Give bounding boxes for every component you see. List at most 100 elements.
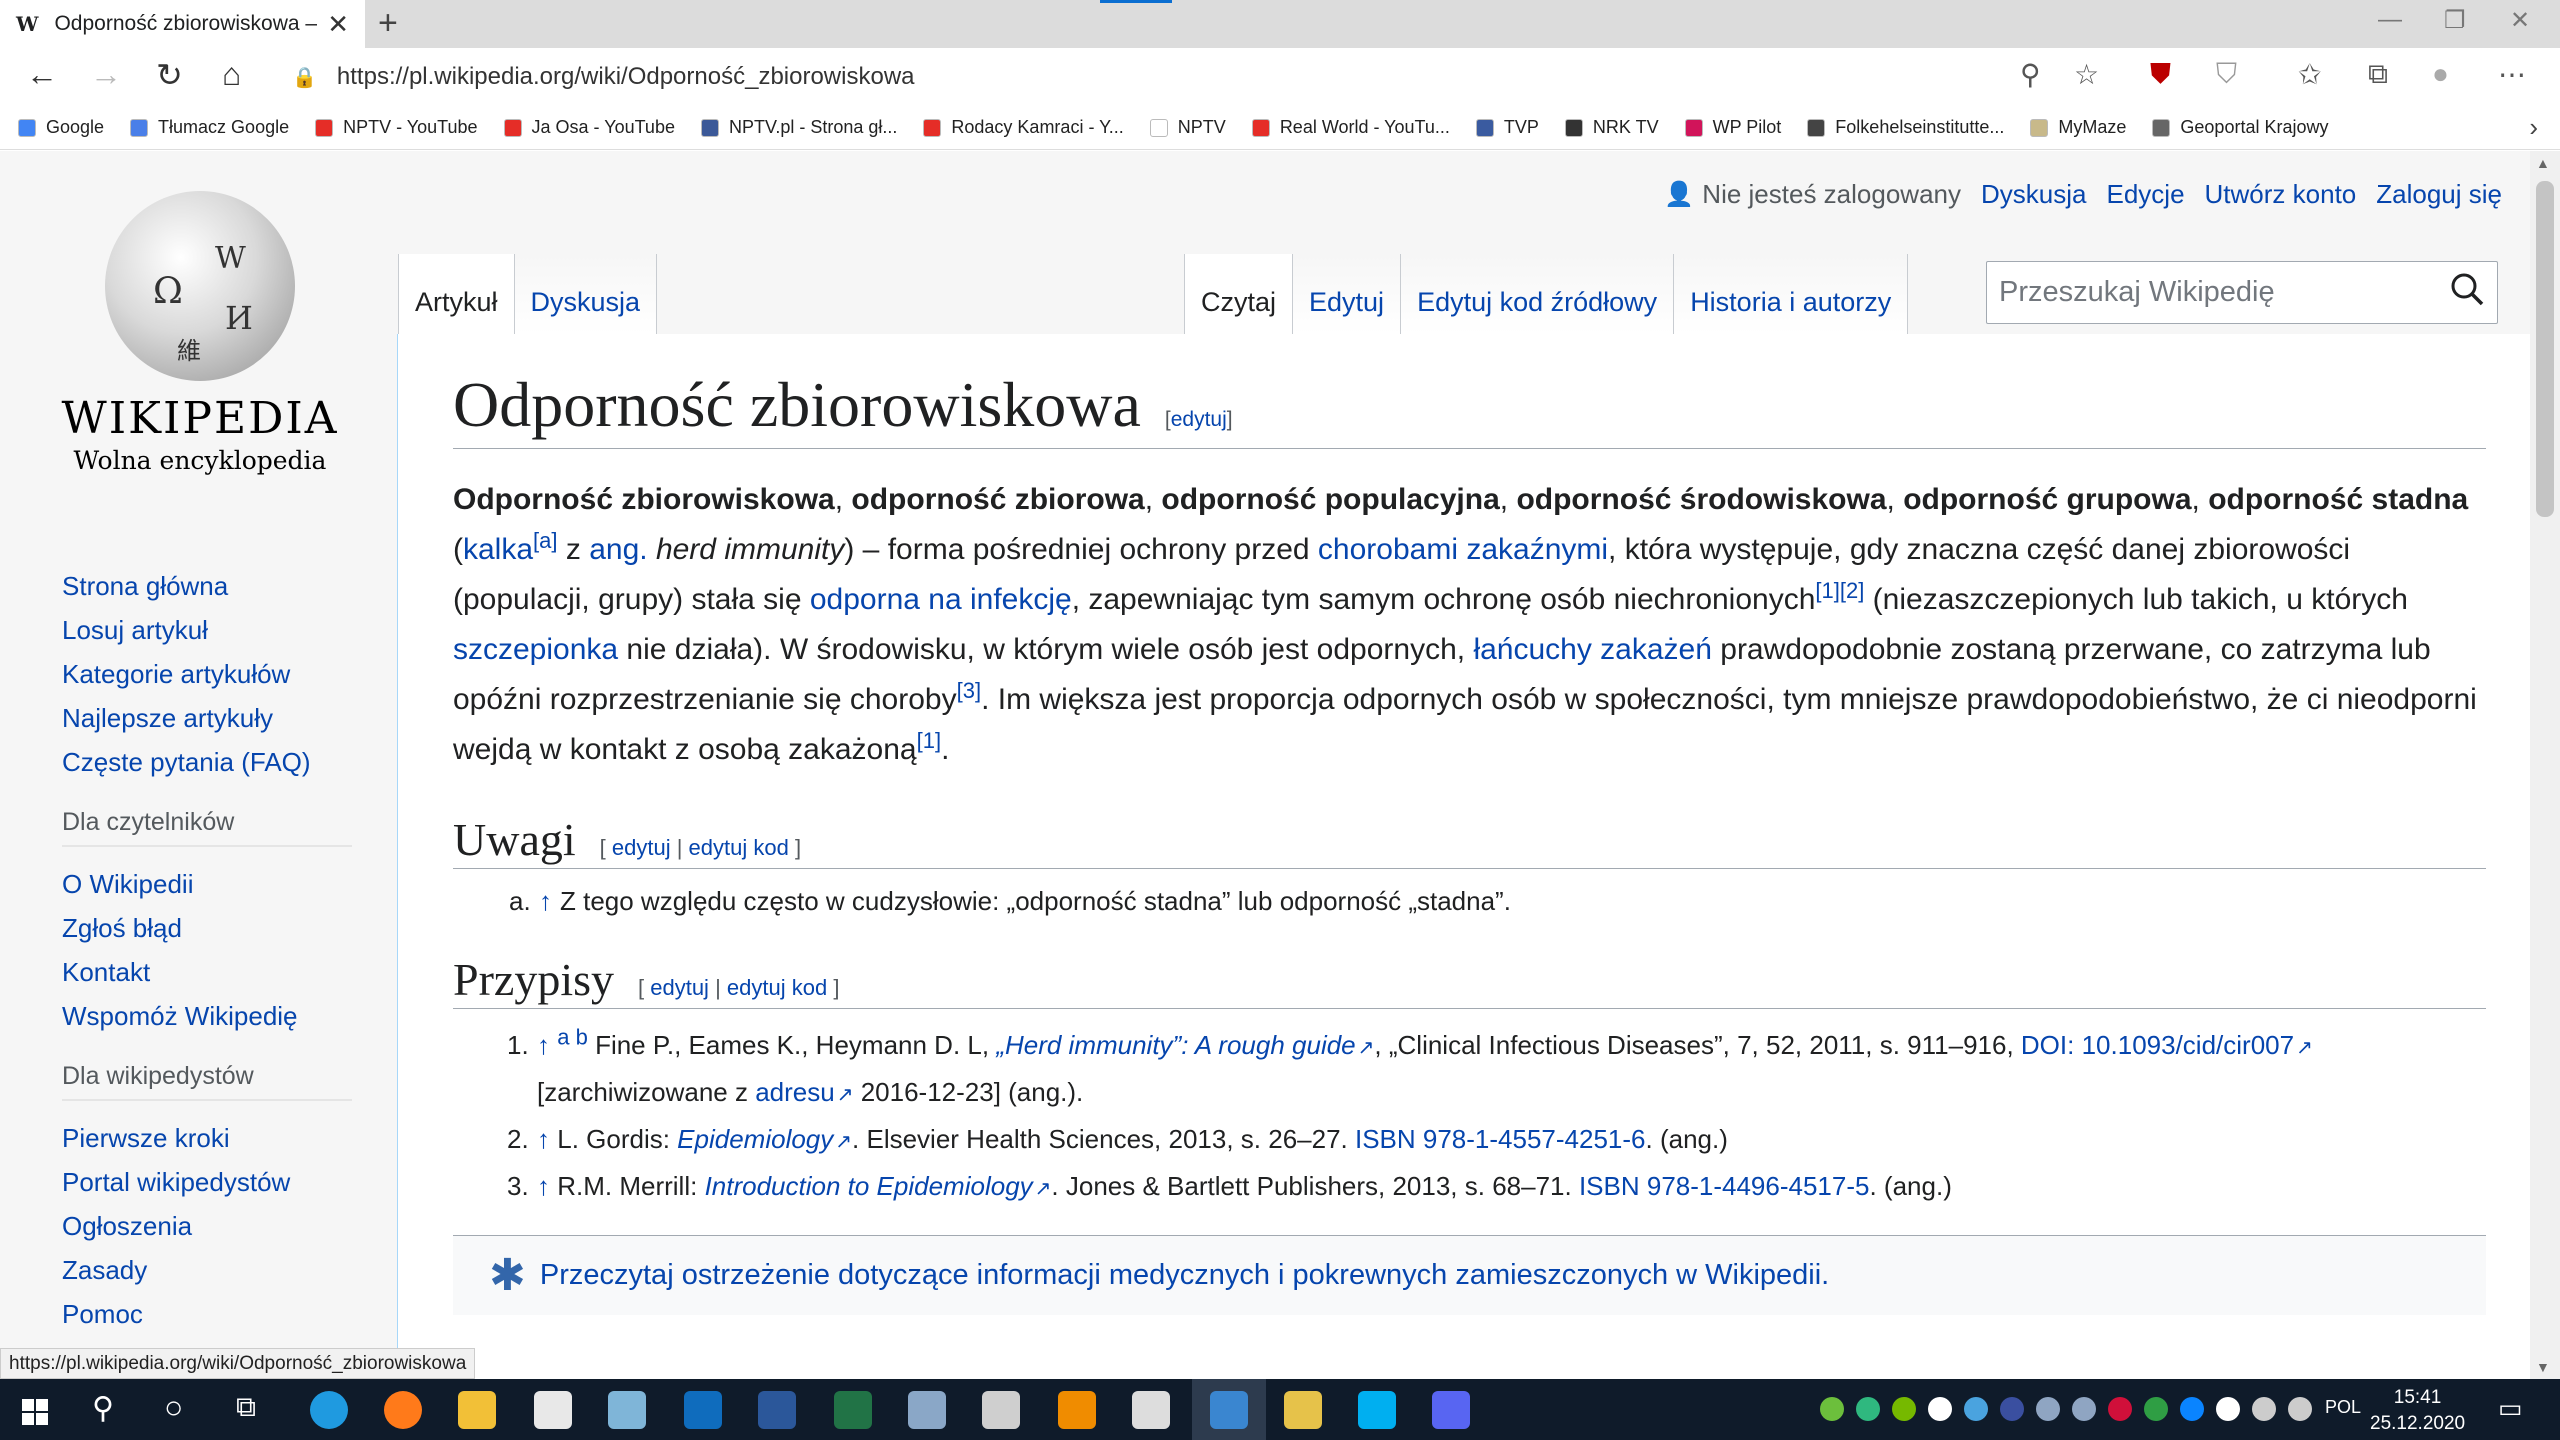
page-scrollbar[interactable]: ▲ ▼ bbox=[2530, 151, 2560, 1379]
zoom-icon[interactable]: ⚲ bbox=[2020, 58, 2041, 91]
sidebar-item-wikipedians-4[interactable]: Pomoc bbox=[62, 1299, 352, 1330]
extension-privacy-icon[interactable]: ⛉ bbox=[2216, 58, 2237, 91]
bookmark-item[interactable]: WP Pilot bbox=[1684, 117, 1781, 138]
tab-article[interactable]: Artykuł bbox=[398, 254, 515, 334]
sidebar-item-readers-1[interactable]: Zgłoś błąd bbox=[62, 913, 352, 944]
ref-external-link[interactable]: „Herd immunity”: A rough guide ↗ bbox=[996, 1030, 1374, 1060]
search-icon[interactable] bbox=[2437, 271, 2497, 314]
tab-edit[interactable]: Edytuj bbox=[1293, 254, 1402, 334]
doi-value-link[interactable]: 10.1093/cid/cir007 ↗ bbox=[2082, 1030, 2313, 1060]
edit-link[interactable]: edytuj bbox=[650, 975, 709, 1000]
file-explorer-icon[interactable] bbox=[458, 1391, 496, 1429]
bookmark-item[interactable]: Geoportal Krajowy bbox=[2152, 117, 2328, 138]
tray-icon[interactable] bbox=[2144, 1397, 2168, 1421]
bookmark-item[interactable]: NPTV - YouTube bbox=[315, 117, 478, 138]
calculator-icon[interactable] bbox=[908, 1391, 946, 1429]
edit-code-link[interactable]: edytuj kod bbox=[689, 835, 789, 860]
skype-icon[interactable] bbox=[1358, 1391, 1396, 1429]
word-icon[interactable] bbox=[758, 1391, 796, 1429]
vlc-icon[interactable] bbox=[1058, 1391, 1096, 1429]
sidebar-item-main-3[interactable]: Najlepsze artykuły bbox=[62, 703, 352, 734]
search-icon[interactable]: ⚲ bbox=[92, 1391, 114, 1426]
tab-discussion[interactable]: Dyskusja bbox=[514, 254, 658, 334]
personal-link-login[interactable]: Zaloguj się bbox=[2376, 179, 2502, 210]
bookmark-item[interactable]: Rodacy Kamraci - Y... bbox=[923, 117, 1124, 138]
tray-icon[interactable] bbox=[1928, 1397, 1952, 1421]
sidebar-item-main-2[interactable]: Kategorie artykułów bbox=[62, 659, 352, 690]
active-app-icon[interactable] bbox=[1210, 1391, 1248, 1429]
app-bolt-icon[interactable] bbox=[1284, 1391, 1322, 1429]
note-ref-a[interactable]: [a] bbox=[533, 528, 557, 553]
ref-3[interactable]: [3] bbox=[957, 678, 981, 703]
tray-icon[interactable] bbox=[1856, 1397, 1880, 1421]
ref-2[interactable]: [2] bbox=[1840, 578, 1864, 603]
more-menu-icon[interactable]: ⋯ bbox=[2498, 58, 2526, 91]
restore-window-icon[interactable]: ❐ bbox=[2444, 6, 2466, 35]
back-icon[interactable]: ← bbox=[26, 56, 58, 93]
medical-warning-link[interactable]: Przeczytaj ostrzeżenie dotyczące informa… bbox=[540, 1259, 1829, 1292]
windows-start-icon[interactable] bbox=[22, 1399, 48, 1425]
link-infectious-diseases[interactable]: chorobami zakaźnymi bbox=[1318, 533, 1608, 566]
bookmark-item[interactable]: TVP bbox=[1475, 117, 1539, 138]
home-icon[interactable]: ⌂ bbox=[222, 56, 241, 93]
personal-link-contributions[interactable]: Edycje bbox=[2106, 179, 2184, 210]
tray-icon[interactable] bbox=[2000, 1397, 2024, 1421]
ref-backlink[interactable]: ↑ bbox=[537, 1171, 550, 1201]
refresh-icon[interactable]: ↻ bbox=[156, 56, 183, 94]
close-window-icon[interactable]: ✕ bbox=[2510, 6, 2530, 35]
link-ang[interactable]: ang. bbox=[589, 533, 647, 566]
wikipedia-logo[interactable]: ΩWИ維 WIKIPEDIA Wolna encyklopedia bbox=[60, 191, 340, 475]
edge-icon[interactable] bbox=[310, 1391, 348, 1429]
link-immunity[interactable]: odporna na infekcję bbox=[810, 583, 1072, 616]
sidebar-item-main-1[interactable]: Losuj artykuł bbox=[62, 615, 352, 646]
lock-icon[interactable]: 🔒 bbox=[292, 65, 317, 90]
sidebar-item-wikipedians-2[interactable]: Ogłoszenia bbox=[62, 1211, 352, 1242]
system-clock[interactable]: 15:41 25.12.2020 bbox=[2370, 1385, 2465, 1437]
ref-external-link[interactable]: Introduction to Epidemiology ↗ bbox=[705, 1171, 1052, 1201]
outlook-icon[interactable] bbox=[684, 1391, 722, 1429]
favorites-list-icon[interactable]: ✩ bbox=[2298, 58, 2321, 91]
link-kalka[interactable]: kalka bbox=[463, 533, 533, 566]
tray-volume-icon[interactable] bbox=[2288, 1397, 2312, 1421]
ref-1-again[interactable]: [1] bbox=[917, 728, 941, 753]
tab-read[interactable]: Czytaj bbox=[1184, 254, 1294, 334]
app-mask-icon[interactable] bbox=[1132, 1391, 1170, 1429]
store-icon[interactable] bbox=[534, 1391, 572, 1429]
bookmark-item[interactable]: Google bbox=[18, 117, 104, 138]
scroll-up-icon[interactable]: ▲ bbox=[2536, 155, 2550, 171]
task-view-icon[interactable]: ⧉ bbox=[236, 1391, 256, 1424]
ref-backlink[interactable]: ↑ bbox=[537, 1124, 550, 1154]
firefox-icon[interactable] bbox=[384, 1391, 422, 1429]
sidebar-item-readers-0[interactable]: O Wikipedii bbox=[62, 869, 352, 900]
tab-edit-source[interactable]: Edytuj kod źródłowy bbox=[1401, 254, 1675, 334]
bookmark-item[interactable]: Tłumacz Google bbox=[130, 117, 289, 138]
note-backlink[interactable]: ↑ bbox=[539, 879, 552, 923]
minimize-window-icon[interactable]: — bbox=[2378, 6, 2402, 34]
personal-link-create-account[interactable]: Utwórz konto bbox=[2205, 179, 2357, 210]
bookmark-item[interactable]: Folkehelseinstitutte... bbox=[1807, 117, 2004, 138]
sidebar-item-wikipedians-3[interactable]: Zasady bbox=[62, 1255, 352, 1286]
new-tab-icon[interactable]: + bbox=[378, 4, 398, 43]
sidebar-item-readers-2[interactable]: Kontakt bbox=[62, 957, 352, 988]
isbn-link[interactable]: ISBN 978-1-4496-4517-5 bbox=[1579, 1171, 1870, 1201]
extension-shield-icon[interactable]: ⛊ bbox=[2150, 58, 2171, 91]
ref-external-link[interactable]: Epidemiology ↗ bbox=[677, 1124, 852, 1154]
ref-1[interactable]: [1] bbox=[1815, 578, 1839, 603]
tray-icon[interactable] bbox=[2108, 1397, 2132, 1421]
sidebar-item-wikipedians-1[interactable]: Portal wikipedystów bbox=[62, 1167, 352, 1198]
forward-icon[interactable]: → bbox=[90, 56, 122, 93]
scrollbar-thumb[interactable] bbox=[2536, 181, 2554, 517]
tray-icon[interactable] bbox=[2180, 1397, 2204, 1421]
ref-backlink[interactable]: ↑ a b bbox=[537, 1026, 588, 1060]
sidebar-item-main-4[interactable]: Częste pytania (FAQ) bbox=[62, 747, 352, 778]
link-chains-of-infection[interactable]: łańcuchy zakażeń bbox=[1473, 633, 1711, 666]
sidebar-item-readers-3[interactable]: Wspomóż Wikipedię bbox=[62, 1001, 352, 1032]
collections-icon[interactable]: ⧉ bbox=[2368, 58, 2388, 91]
sidebar-item-main-0[interactable]: Strona główna bbox=[62, 571, 352, 602]
search-input[interactable] bbox=[1999, 276, 2437, 309]
bookmarks-overflow-icon[interactable]: › bbox=[2529, 112, 2538, 143]
tray-icon[interactable] bbox=[2036, 1397, 2060, 1421]
bookmark-item[interactable]: NPTV bbox=[1149, 117, 1226, 138]
bookmark-item[interactable]: MyMaze bbox=[2030, 117, 2126, 138]
tray-nvidia-icon[interactable] bbox=[1892, 1397, 1916, 1421]
